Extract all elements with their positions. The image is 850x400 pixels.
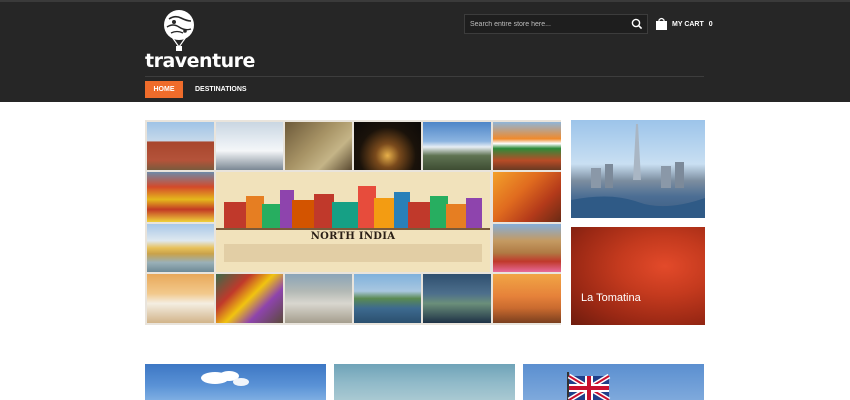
header-divider xyxy=(145,76,704,77)
north-india-banner[interactable]: NORTH INDIA xyxy=(216,172,490,272)
collage-photo-monks[interactable] xyxy=(493,172,561,222)
search-box xyxy=(464,14,648,34)
cloud-illustration xyxy=(201,371,249,386)
skyline-illustration xyxy=(216,172,490,272)
logo-balloon-icon[interactable] xyxy=(161,9,197,55)
collage-photo-tulips[interactable] xyxy=(147,172,214,222)
union-jack-flag-illustration xyxy=(567,372,611,400)
collage-photo-night-gate[interactable] xyxy=(354,122,421,170)
collage-photo-sheep[interactable] xyxy=(285,274,352,323)
shopping-bag-icon xyxy=(656,17,667,30)
collage-photo-golden-temple[interactable] xyxy=(147,224,214,272)
search-icon[interactable] xyxy=(630,17,644,31)
header-top-border xyxy=(0,0,850,2)
cart-count: 0 xyxy=(708,20,713,28)
collage-photo-parchment[interactable] xyxy=(285,122,352,170)
collage-photo-fort[interactable] xyxy=(147,122,214,170)
la-tomatina-label: La Tomatina xyxy=(581,292,641,304)
site-header: traventure MY CART 0 HOME DESTINATIONS xyxy=(0,0,850,102)
bottom-card-sea[interactable] xyxy=(334,364,515,400)
nav-destinations-tab[interactable]: DESTINATIONS xyxy=(195,81,247,98)
collage-photo-lotus-temple[interactable] xyxy=(147,274,214,323)
collage-photo-parade[interactable] xyxy=(493,122,561,170)
cart-link[interactable]: MY CART 0 xyxy=(655,16,713,32)
cart-label: MY CART xyxy=(672,20,704,28)
search-input[interactable] xyxy=(465,15,625,33)
bottom-card-union-jack[interactable] xyxy=(523,364,704,400)
logo-text[interactable]: traventure xyxy=(145,50,255,72)
north-india-label: NORTH INDIA xyxy=(310,231,396,242)
collage-photo-lake[interactable] xyxy=(423,274,491,323)
collage-photo-sunset-temple[interactable] xyxy=(493,274,561,323)
dubai-banner[interactable] xyxy=(571,120,705,218)
bottom-card-sky[interactable] xyxy=(145,364,326,400)
nav-home-tab[interactable]: HOME xyxy=(145,81,183,98)
collage-photo-palace[interactable] xyxy=(493,224,561,272)
collage-photo-snow[interactable] xyxy=(216,122,283,170)
collage-photo-elephant[interactable] xyxy=(216,274,283,323)
collage-photo-houseboats[interactable] xyxy=(354,274,421,323)
burj-khalifa-illustration xyxy=(571,124,705,218)
collage-photo-mountains[interactable] xyxy=(423,122,491,170)
la-tomatina-banner[interactable]: La Tomatina xyxy=(571,227,705,325)
